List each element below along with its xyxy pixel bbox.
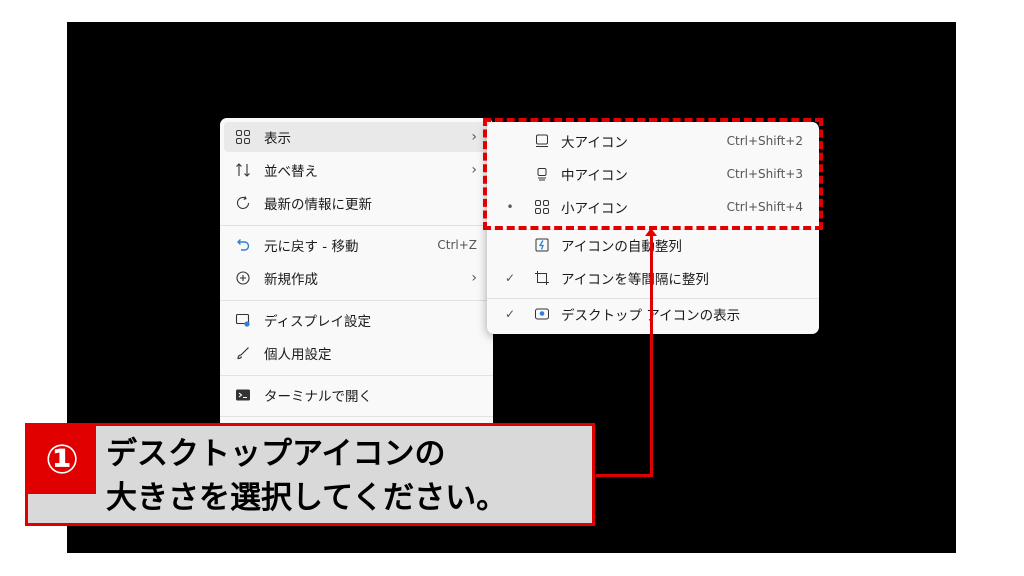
display-settings-icon	[234, 311, 252, 329]
menu-item-label: 並べ替え	[264, 164, 318, 180]
terminal-icon	[234, 386, 252, 404]
align-grid-icon	[533, 269, 551, 287]
callout-connector-line	[596, 474, 653, 477]
chevron-right-icon: ›	[471, 129, 477, 145]
menu-item-label: 元に戻す - 移動	[264, 239, 359, 255]
instruction-text: デスクトップアイコンの 大きさを選択してください。	[106, 432, 507, 520]
menu-divider	[220, 225, 493, 226]
menu-divider	[220, 300, 493, 301]
instruction-callout: ① デスクトップアイコンの 大きさを選択してください。	[25, 423, 595, 526]
menu-divider	[220, 416, 493, 417]
chevron-right-icon: ›	[471, 270, 477, 286]
sort-icon	[234, 161, 252, 179]
submenu-item-align-to-grid[interactable]: ✓ アイコンを等間隔に整列	[491, 263, 815, 293]
menu-item-label: 新規作成	[264, 272, 318, 288]
submenu-item-show-desktop-icons[interactable]: ✓ デスクトップ アイコンの表示	[491, 299, 815, 329]
menu-item-label: ディスプレイ設定	[264, 314, 372, 330]
submenu-item-label: アイコンの自動整列	[561, 239, 682, 255]
auto-arrange-icon	[533, 236, 551, 254]
menu-item-display-settings[interactable]: ディスプレイ設定	[224, 305, 489, 335]
menu-item-open-terminal[interactable]: ターミナルで開く	[224, 380, 489, 410]
checkmark-icon: ✓	[505, 307, 516, 321]
menu-item-refresh[interactable]: 最新の情報に更新	[224, 188, 489, 218]
menu-item-label: 最新の情報に更新	[264, 197, 372, 213]
new-plus-icon	[234, 269, 252, 287]
menu-item-sort[interactable]: 並べ替え ›	[224, 155, 489, 185]
menu-item-label: ターミナルで開く	[264, 389, 372, 405]
menu-item-new[interactable]: 新規作成 ›	[224, 263, 489, 293]
callout-connector-line	[650, 232, 653, 477]
context-menu: 表示 › 並べ替え › 最新の情報に更新 元に戻す - 移動 Ctrl+Z 新規…	[220, 118, 493, 438]
menu-item-label: 個人用設定	[264, 347, 332, 363]
menu-item-personalize[interactable]: 個人用設定	[224, 338, 489, 368]
menu-divider	[220, 375, 493, 376]
shortcut-text: Ctrl+Z	[437, 238, 477, 252]
step-number-badge: ①	[28, 426, 96, 494]
checkmark-icon: ✓	[505, 271, 516, 285]
submenu-item-label: アイコンを等間隔に整列	[561, 272, 709, 288]
menu-item-label: 表示	[264, 131, 291, 147]
brush-icon	[234, 344, 252, 362]
refresh-icon	[234, 194, 252, 212]
instruction-line-1: デスクトップアイコンの	[106, 436, 446, 472]
highlight-box	[483, 118, 823, 230]
grid-icon	[234, 128, 252, 146]
menu-item-view[interactable]: 表示 ›	[224, 122, 489, 152]
undo-icon	[234, 236, 252, 254]
chevron-right-icon: ›	[471, 162, 477, 178]
menu-item-undo[interactable]: 元に戻す - 移動 Ctrl+Z	[224, 230, 489, 260]
instruction-line-2: 大きさを選択してください。	[106, 480, 508, 516]
show-desktop-icons-icon	[533, 305, 551, 323]
